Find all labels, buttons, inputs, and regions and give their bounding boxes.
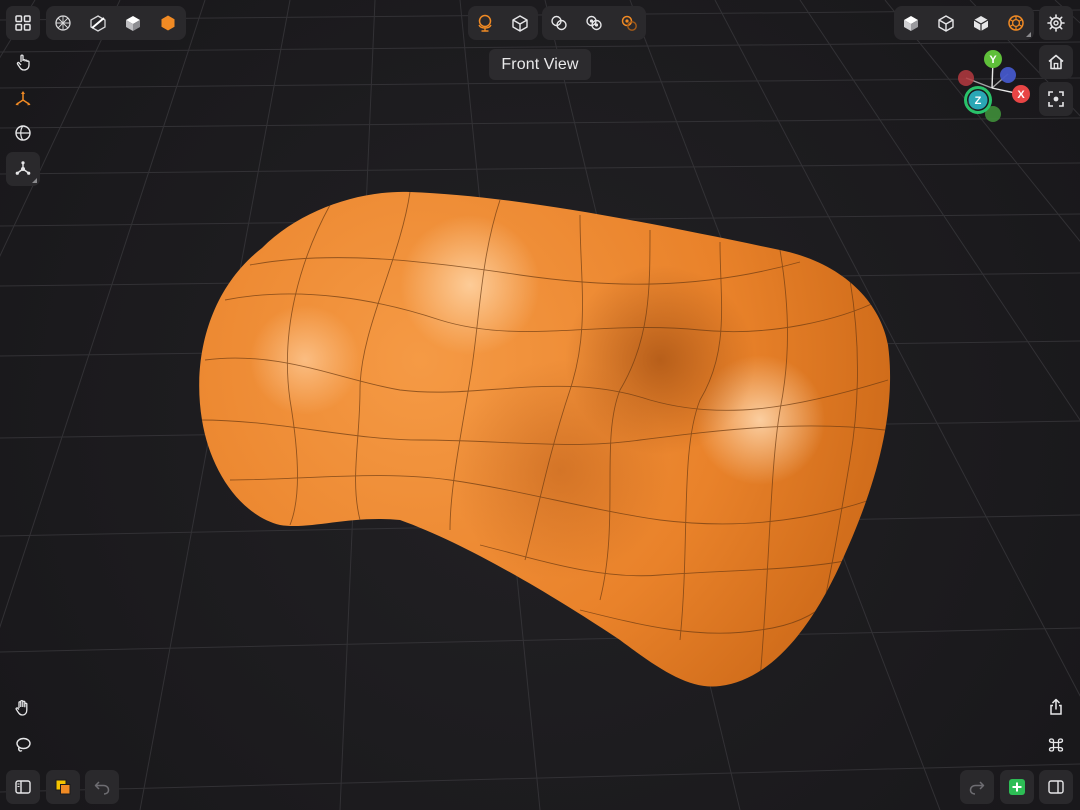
3d-viewport[interactable]: Front View Y X Z xyxy=(0,0,1080,810)
pointer-hand-icon xyxy=(16,54,30,71)
boolean-union-icon xyxy=(551,15,567,31)
left-panel-toggle-button[interactable] xyxy=(6,770,40,804)
pan-gesture-button[interactable] xyxy=(6,690,40,724)
redo-button[interactable] xyxy=(960,770,994,804)
home-view-button[interactable] xyxy=(1039,45,1073,79)
grid-menu-button[interactable] xyxy=(6,6,40,40)
view-toolbar xyxy=(468,6,538,40)
command-button[interactable] xyxy=(1039,728,1073,762)
sidebar-left-icon xyxy=(15,780,31,794)
color-swatch-icon xyxy=(55,779,71,795)
vertex-tool-button[interactable] xyxy=(6,152,40,186)
axis-orientation-gizmo[interactable]: Y X Z xyxy=(950,48,1036,128)
cube-knife-icon xyxy=(90,15,106,32)
plus-icon xyxy=(1009,779,1025,795)
y-axis-label: Y xyxy=(989,54,997,66)
settings-button[interactable] xyxy=(1039,6,1073,40)
boolean-difference-icon xyxy=(621,15,637,31)
transform-tool-button[interactable] xyxy=(6,82,40,116)
orange-hexagon-icon xyxy=(161,15,175,31)
undo-button[interactable] xyxy=(85,770,119,804)
shaded-cube-icon xyxy=(904,16,918,31)
vertex-nodes-icon xyxy=(15,161,31,175)
boolean-toolbar xyxy=(542,6,646,40)
command-icon xyxy=(1048,738,1064,752)
globe-stand-icon xyxy=(478,14,492,32)
globe-stand-button[interactable] xyxy=(468,6,502,40)
render-sphere-icon xyxy=(1008,15,1024,31)
grid-menu-icon xyxy=(15,15,31,31)
wireframe-sphere-button[interactable] xyxy=(46,6,80,40)
cube-outline-icon xyxy=(512,15,528,32)
wire-cube-button[interactable] xyxy=(929,6,963,40)
scene-canvas xyxy=(0,0,1080,810)
sidebar-right-icon xyxy=(1048,780,1064,794)
hand-gesture-icon xyxy=(15,699,28,716)
boolean-union-button[interactable] xyxy=(542,6,576,40)
color-layers-button[interactable] xyxy=(46,770,80,804)
solid-cube-icon xyxy=(126,16,140,31)
focus-frame-icon xyxy=(1048,91,1064,107)
shading-toolbar xyxy=(894,6,1034,40)
neg-x-axis-handle[interactable] xyxy=(958,70,974,86)
wireframe-sphere-icon xyxy=(55,15,71,31)
globe-grid-icon xyxy=(15,125,31,141)
render-sphere-button[interactable] xyxy=(999,6,1033,40)
boolean-intersect-icon xyxy=(586,15,602,31)
cube-knife-button[interactable] xyxy=(81,6,115,40)
gear-icon xyxy=(1047,14,1065,32)
xray-cube-button[interactable] xyxy=(964,6,998,40)
share-icon xyxy=(1050,698,1062,715)
lasso-button[interactable] xyxy=(6,728,40,762)
boolean-difference-button[interactable] xyxy=(612,6,646,40)
xray-cube-icon xyxy=(973,16,989,31)
z-axis-label: Z xyxy=(975,95,982,107)
orange-hexagon-button[interactable] xyxy=(151,6,185,40)
right-panel-toggle-button[interactable] xyxy=(1039,770,1073,804)
frame-selection-button[interactable] xyxy=(1039,82,1073,116)
undo-icon xyxy=(94,781,110,795)
x-axis-label: X xyxy=(1017,89,1025,101)
sphere-tool-button[interactable] xyxy=(6,116,40,150)
lasso-icon xyxy=(16,737,31,752)
front-view-tooltip: Front View xyxy=(489,49,591,80)
touch-tool-button[interactable] xyxy=(6,45,40,79)
share-button[interactable] xyxy=(1039,690,1073,724)
wire-cube-icon xyxy=(938,15,954,32)
shaded-cube-button[interactable] xyxy=(894,6,928,40)
neg-y-axis-handle[interactable] xyxy=(1000,67,1016,83)
transform-axes-icon xyxy=(15,91,31,106)
add-object-button[interactable] xyxy=(1000,770,1034,804)
mode-toolbar xyxy=(46,6,186,40)
redo-icon xyxy=(969,781,985,795)
solid-cube-button[interactable] xyxy=(116,6,150,40)
home-icon xyxy=(1048,54,1064,70)
boolean-intersect-button[interactable] xyxy=(577,6,611,40)
cube-outline-button[interactable] xyxy=(503,6,537,40)
